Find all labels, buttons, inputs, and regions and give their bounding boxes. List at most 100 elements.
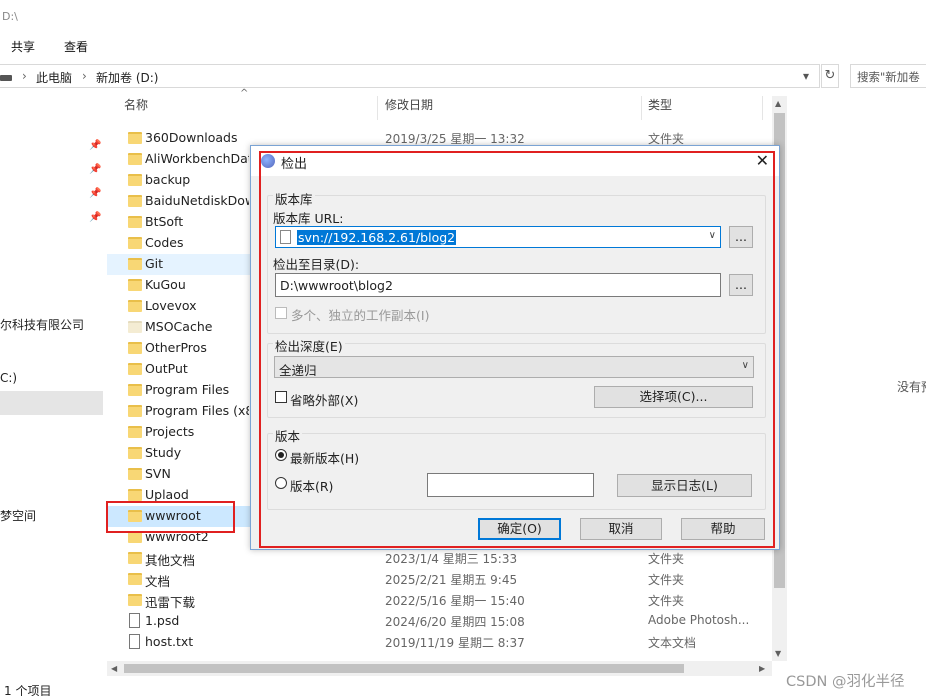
checkout-dialog: 检出 ✕ 版本库 版本库 URL: svn://192.168.2.61/blo… [250,145,780,550]
head-revision-radio[interactable] [275,449,287,461]
ribbon-tab-share[interactable]: 共享 [11,38,35,55]
file-name: BaiduNetdiskDownload [145,193,249,208]
ok-button[interactable]: 确定(O) [478,518,561,540]
pin-icon: 📌 [89,188,102,199]
folder-icon [128,405,142,417]
column-divider[interactable] [377,96,378,120]
revision-input[interactable] [427,473,594,497]
nav-item-space[interactable]: 梦空间 [0,507,36,524]
table-row[interactable]: 文档 2025/2/21 星期五 9:45 文件夹 [107,569,772,590]
table-row[interactable]: host.txt 2019/11/19 星期二 8:37 文本文档 [107,632,772,653]
dialog-titlebar[interactable]: 检出 ✕ [251,146,779,176]
folder-icon [128,489,142,501]
url-combobox[interactable]: svn://192.168.2.61/blog2 ∨ [275,226,721,248]
file-icon [129,613,140,628]
help-button[interactable]: 帮助 [681,518,765,540]
folder-icon [128,237,142,249]
file-date: 2025/2/21 星期五 9:45 [385,573,518,587]
column-header-type[interactable]: 类型 [648,96,672,120]
file-type: Adobe Photosh... [648,613,750,627]
scroll-left-icon[interactable]: ◀ [111,664,117,673]
cancel-button[interactable]: 取消 [580,518,662,540]
scroll-down-icon[interactable]: ▼ [775,649,781,658]
folder-icon [128,594,142,606]
scroll-right-icon[interactable]: ▶ [759,664,765,673]
nav-item-company[interactable]: 尔科技有限公司 [0,316,84,333]
horizontal-scrollbar[interactable]: ◀ ▶ [107,661,772,676]
folder-icon [128,342,142,354]
column-divider[interactable] [762,96,763,120]
folder-icon [128,216,142,228]
file-name: KuGou [145,277,186,292]
file-name: 迅雷下载 [145,595,196,610]
file-name: Git [145,256,164,271]
chevron-down-icon[interactable]: ∨ [742,360,749,371]
show-log-button[interactable]: 显示日志(L) [617,474,752,497]
depth-group-label: 检出深度(E) [273,336,345,355]
file-name: Codes [145,235,184,250]
depth-value: 全递归 [279,363,317,378]
chevron-down-icon[interactable]: ∨ [709,230,716,241]
chevron-down-icon[interactable]: ▾ [803,69,815,83]
revision-label: 版本(R) [290,479,334,494]
file-icon [129,634,140,649]
pin-icon: 📌 [89,212,102,223]
file-date: 2024/6/20 星期四 15:08 [385,615,525,629]
search-input[interactable]: 搜索"新加卷 [850,64,926,88]
file-date: 2023/1/4 星期三 15:33 [385,552,518,566]
url-browse-button[interactable]: ... [729,226,753,248]
explorer-window: D:\ 共享 查看 › 此电脑 › 新加卷 (D:) ▾ ↻ 搜索"新加卷 📌 … [0,0,926,696]
file-type: 文本文档 [648,636,697,650]
head-revision-label: 最新版本(H) [290,451,360,466]
refresh-icon[interactable]: ↻ [821,64,839,88]
folder-icon [128,426,142,438]
file-name: Uplaod [145,487,189,502]
close-icon[interactable]: ✕ [756,151,769,170]
tortoise-svn-icon [261,154,275,168]
nav-item-selected[interactable] [0,391,103,415]
table-row[interactable]: 1.psd 2024/6/20 星期四 15:08 Adobe Photosh... [107,611,772,632]
checkout-dir-input[interactable]: D:\wwwroot\blog2 [275,273,721,297]
column-header-name[interactable]: 名称 [124,96,148,120]
multiple-wc-checkbox[interactable] [275,307,287,319]
file-name: OutPut [145,361,188,376]
nav-item-drive-c[interactable]: C:) [0,371,17,385]
file-name: Lovevox [145,298,197,313]
folder-icon [128,321,142,333]
pin-icon: 📌 [89,164,102,175]
dir-browse-button[interactable]: ... [729,274,753,296]
file-name: Program Files [145,382,230,397]
status-item-count: 1 个项目 [4,684,52,696]
file-name: wwwroot [145,508,201,523]
ribbon: 共享 查看 [0,30,926,60]
options-button[interactable]: 选择项(C)... [594,386,753,408]
breadcrumb-drive-d[interactable]: 新加卷 (D:) [96,69,158,86]
folder-icon [128,195,142,207]
depth-select[interactable]: 全递归 ∨ [274,356,754,378]
breadcrumb-sep-icon: › [22,69,27,83]
file-name: backup [145,172,191,187]
folder-icon [128,552,142,564]
preview-empty-text: 没有预 [897,380,926,394]
file-type: 文件夹 [648,552,685,566]
file-type: 文件夹 [648,594,685,608]
ribbon-tab-view[interactable]: 查看 [64,38,88,55]
folder-icon [128,573,142,585]
breadcrumb-this-pc[interactable]: 此电脑 [36,69,72,86]
file-name: 文档 [145,574,171,589]
address-bar[interactable]: › 此电脑 › 新加卷 (D:) ▾ [0,64,820,88]
revision-group [267,433,766,510]
column-header-date[interactable]: 修改日期 [385,96,433,120]
file-type: 文件夹 [648,573,685,587]
table-row[interactable]: 迅雷下载 2022/5/16 星期一 15:40 文件夹 [107,590,772,611]
scroll-up-icon[interactable]: ▲ [775,99,781,108]
file-name: BtSoft [145,214,184,229]
dialog-title: 检出 [281,157,308,172]
url-value: svn://192.168.2.61/blog2 [297,230,457,245]
scroll-thumb-horizontal[interactable] [124,664,684,673]
file-name: MSOCache [145,319,213,334]
revision-radio[interactable] [275,477,287,489]
table-row[interactable]: 其他文档 2023/1/4 星期三 15:33 文件夹 [107,548,772,569]
omit-externals-checkbox[interactable] [275,391,287,403]
column-divider[interactable] [641,96,642,120]
